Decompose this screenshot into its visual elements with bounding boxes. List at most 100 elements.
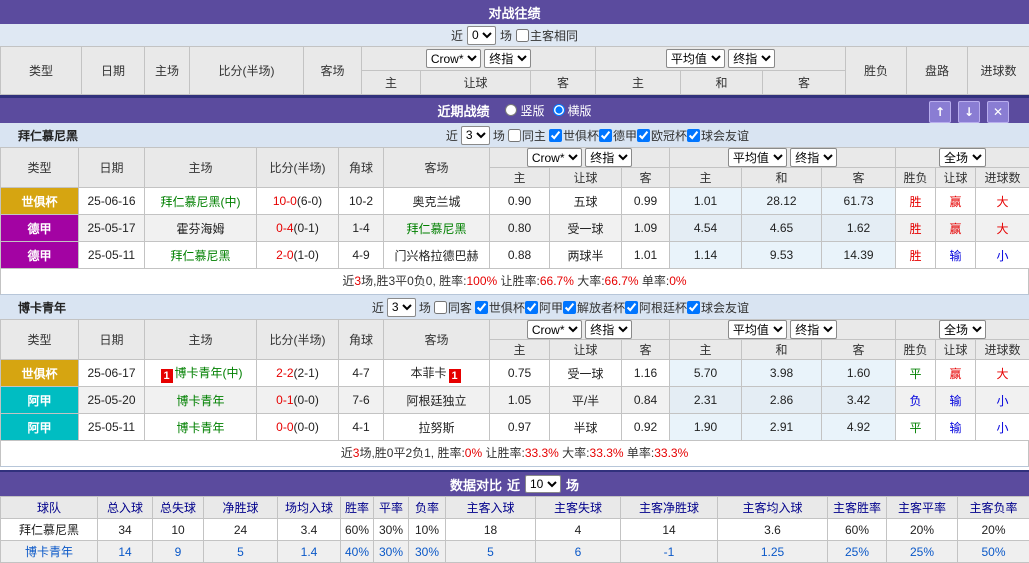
avg-source-select[interactable]: 平均值 <box>728 320 787 339</box>
avg-source-select[interactable]: 平均值 <box>666 49 725 68</box>
odds-handicap: 平/半 <box>550 387 622 414</box>
odds-handicap: 受一球 <box>550 215 622 242</box>
goals-for: 34 <box>98 519 153 541</box>
comparison-row: 博卡青年 14 9 5 1.4 40% 30% 30% 5 6 -1 1.25 … <box>1 541 1029 563</box>
odds-handicap: 半球 <box>550 414 622 441</box>
summary-segment: 66.7% <box>540 274 574 288</box>
handicap-result: 赢 <box>936 188 976 215</box>
competition-badge: 德甲 <box>1 242 79 269</box>
match-date: 25-06-17 <box>79 360 145 387</box>
summary-segment: 大率: <box>559 446 590 460</box>
competition-filter-checkbox[interactable] <box>637 129 650 142</box>
competition-filter[interactable]: 球会友谊 <box>687 127 749 144</box>
corner-score: 10-2 <box>339 188 384 215</box>
recent-label: 近 <box>507 475 520 494</box>
odds-source-select[interactable]: Crow* <box>527 148 582 167</box>
avg-stage-select[interactable]: 终指 <box>790 320 837 339</box>
away-team: 拉努斯 <box>384 414 490 441</box>
odds-stage-select[interactable]: 终指 <box>585 148 632 167</box>
competition-badge: 阿甲 <box>1 414 79 441</box>
col-avg-draw: 和 <box>742 340 822 360</box>
h2h-recent-count-select[interactable]: 0 <box>467 26 496 45</box>
competition-filter[interactable]: 德甲 <box>599 127 637 144</box>
competition-filter[interactable]: 世俱杯 <box>475 299 525 316</box>
col-goals-against: 总失球 <box>153 497 204 519</box>
away-team: 本菲卡1 <box>384 360 490 387</box>
col-odds-handicap: 让球 <box>421 71 531 95</box>
goals-against: 10 <box>153 519 204 541</box>
same-home-away-option[interactable]: 主客相同 <box>516 27 578 44</box>
competition-filter-checkbox[interactable] <box>563 301 576 314</box>
layout-radio[interactable] <box>505 104 517 116</box>
team-name: 拜仁慕尼黑 <box>1 519 98 541</box>
odds-away: 1.16 <box>622 360 670 387</box>
avg-home: 2.31 <box>670 387 742 414</box>
team-name: 拜仁慕尼黑 <box>18 127 78 144</box>
same-away-option[interactable]: 同客 <box>434 299 472 316</box>
odds-home: 0.97 <box>490 414 550 441</box>
section-controls: 近 3 场 同客 世俱杯 阿甲 解放者杯 阿根廷杯 球会友谊 <box>372 298 749 317</box>
halftime-score: (0-0) <box>294 420 319 434</box>
odds-away: 1.01 <box>622 242 670 269</box>
ha-loss-rate: 50% <box>958 541 1029 563</box>
away-team: 拜仁慕尼黑 <box>384 215 490 242</box>
recent-count-select[interactable]: 3 <box>461 126 490 145</box>
scope-select[interactable]: 全场 <box>939 320 986 339</box>
move-up-button[interactable]: ↑ <box>929 101 951 123</box>
competition-filters: 世俱杯 阿甲 解放者杯 阿根廷杯 球会友谊 <box>475 299 749 316</box>
comparison-count-select[interactable]: 10 <box>525 475 561 493</box>
summary-segment: 33.3% <box>654 446 688 460</box>
layout-option[interactable]: 竖版 <box>505 102 544 119</box>
avg-stage-select[interactable]: 终指 <box>728 49 775 68</box>
odds-source-select[interactable]: Crow* <box>527 320 582 339</box>
handicap-result: 输 <box>936 242 976 269</box>
same-home-away-checkbox[interactable] <box>516 29 529 42</box>
competition-filter-checkbox[interactable] <box>475 301 488 314</box>
avg-stage-select[interactable]: 终指 <box>790 148 837 167</box>
match-date: 25-05-17 <box>79 215 145 242</box>
competition-filter-label: 欧冠杯 <box>651 127 687 144</box>
move-down-button[interactable]: ↓ <box>958 101 980 123</box>
competition-filter-checkbox[interactable] <box>525 301 538 314</box>
avg-goals: 1.4 <box>278 541 341 563</box>
col-result: 胜负 <box>896 340 936 360</box>
avg-source-select[interactable]: 平均值 <box>728 148 787 167</box>
close-button[interactable]: ✕ <box>987 101 1009 123</box>
col-odds-away: 客 <box>531 71 596 95</box>
layout-option[interactable]: 横版 <box>553 102 592 119</box>
competition-filter-checkbox[interactable] <box>687 129 700 142</box>
handicap-result: 输 <box>936 387 976 414</box>
team-name: 博卡青年 <box>1 541 98 563</box>
competition-filter[interactable]: 解放者杯 <box>563 299 625 316</box>
same-away-checkbox[interactable] <box>434 301 447 314</box>
competition-filter-checkbox[interactable] <box>599 129 612 142</box>
competition-filter-checkbox[interactable] <box>625 301 638 314</box>
competition-filter[interactable]: 阿甲 <box>525 299 563 316</box>
competition-filter-checkbox[interactable] <box>549 129 562 142</box>
competition-filter[interactable]: 阿根廷杯 <box>625 299 687 316</box>
competition-badge: 世俱杯 <box>1 360 79 387</box>
odds-stage-select[interactable]: 终指 <box>484 49 531 68</box>
same-home-option[interactable]: 同主 <box>508 127 546 144</box>
halftime-score: (0-0) <box>294 393 319 407</box>
col-score: 比分(半场) <box>257 320 339 360</box>
competition-filter-checkbox[interactable] <box>687 301 700 314</box>
scope-select[interactable]: 全场 <box>939 148 986 167</box>
odds-source-select[interactable]: Crow* <box>426 49 481 68</box>
competition-filter[interactable]: 世俱杯 <box>549 127 599 144</box>
competition-filter-label: 世俱杯 <box>489 299 525 316</box>
odds-home: 0.90 <box>490 188 550 215</box>
same-home-checkbox[interactable] <box>508 129 521 142</box>
col-date: 日期 <box>82 47 145 95</box>
match-score: 0-1(0-0) <box>257 387 339 414</box>
col-goal-diff: 净胜球 <box>204 497 278 519</box>
odds-handicap: 两球半 <box>550 242 622 269</box>
competition-filter[interactable]: 球会友谊 <box>687 299 749 316</box>
competition-filter[interactable]: 欧冠杯 <box>637 127 687 144</box>
h2h-header-bar: 对战往绩 <box>0 0 1029 24</box>
recent-count-select[interactable]: 3 <box>387 298 416 317</box>
home-team: 拜仁慕尼黑 <box>145 242 257 269</box>
odds-stage-select[interactable]: 终指 <box>585 320 632 339</box>
layout-radio[interactable] <box>553 104 565 116</box>
ha-avg-goals: 1.25 <box>718 541 828 563</box>
